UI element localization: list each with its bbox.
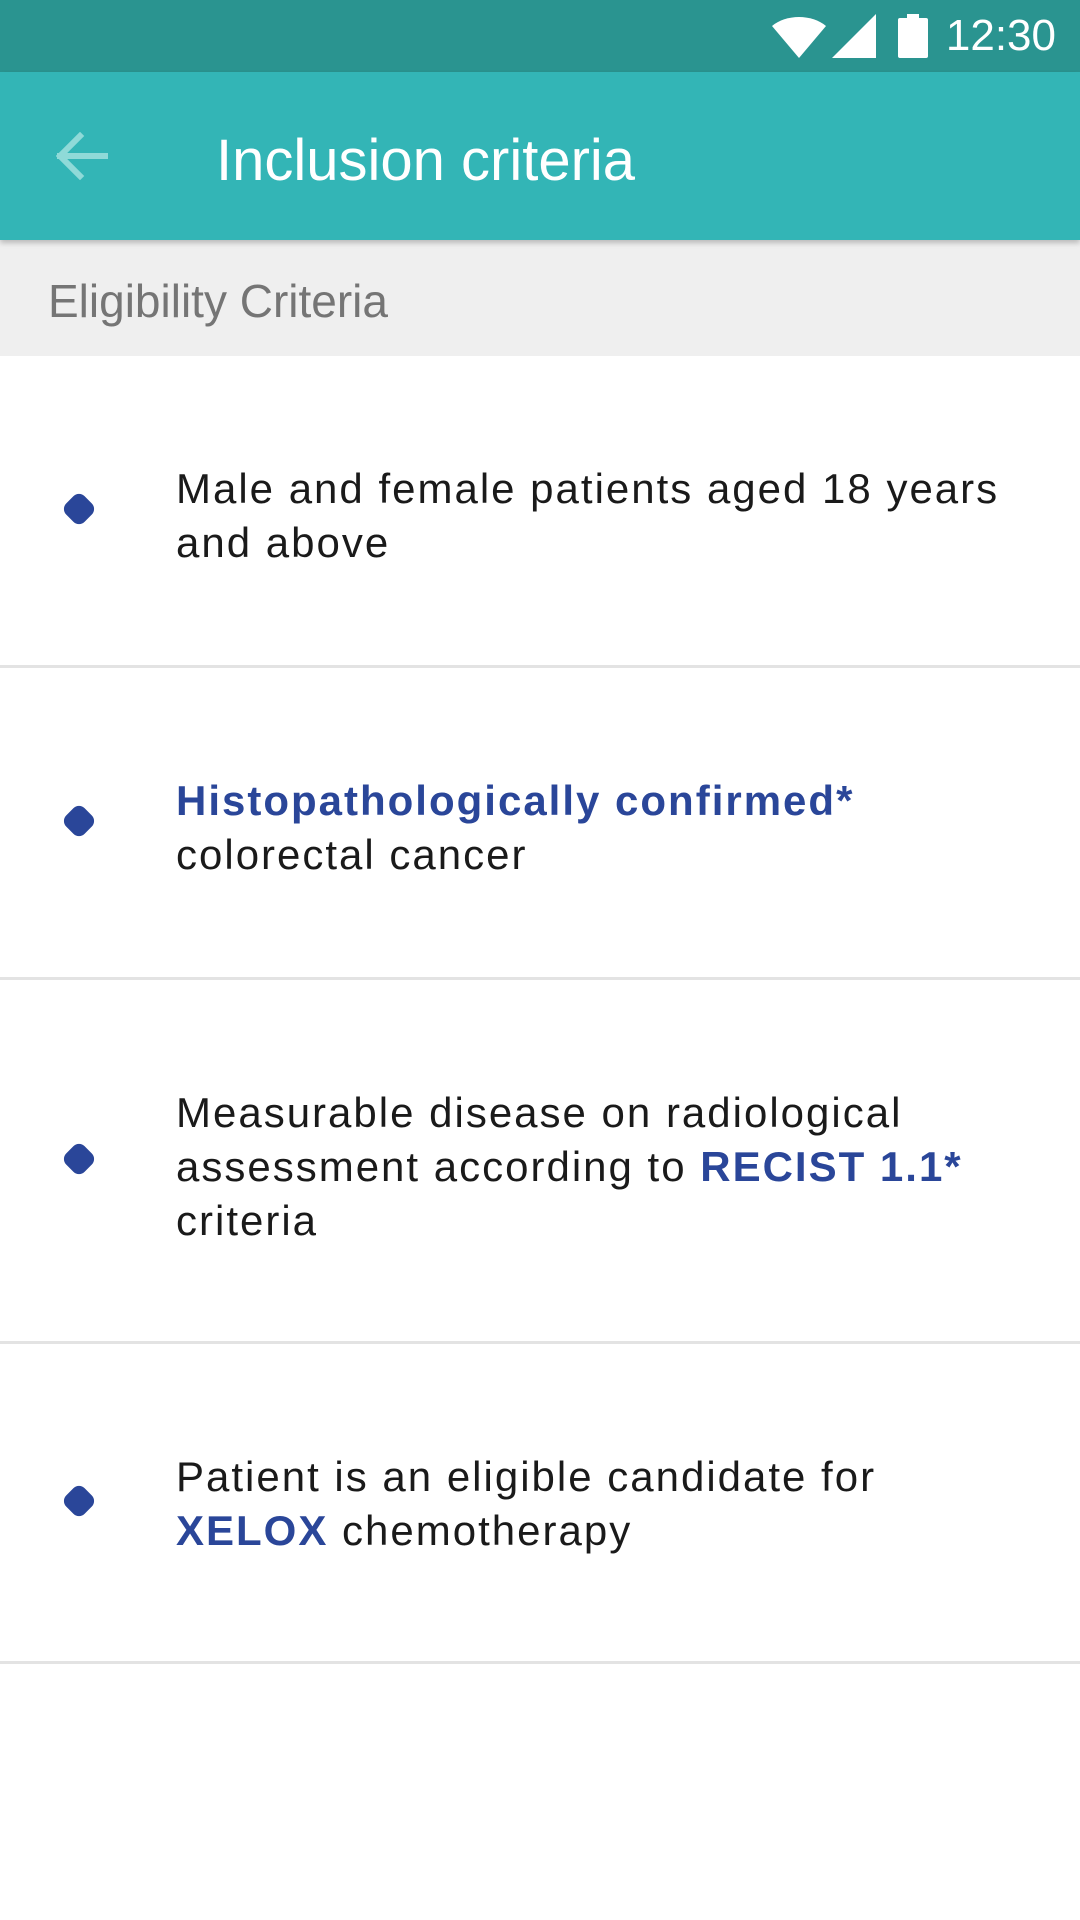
criteria-text-part: Male and female patients aged 18 years a… (176, 465, 1000, 566)
bullet-icon (60, 1482, 98, 1520)
highlighted-term: RECIST 1.1* (700, 1143, 963, 1190)
bullet-icon (60, 802, 98, 840)
status-time: 12:30 (945, 11, 1056, 60)
page-title: Inclusion criteria (216, 128, 636, 193)
criteria-text-part: chemotherapy (328, 1507, 633, 1554)
screen: 12:30 Inclusion criteria Eligibility Cri… (0, 0, 1080, 1920)
arrow-left-icon (56, 132, 108, 180)
wifi-icon (772, 17, 826, 58)
criteria-text: Male and female patients aged 18 years a… (176, 462, 1000, 570)
criteria-text: Measurable disease on radiological asses… (176, 1086, 1000, 1248)
section-title: Eligibility Criteria (48, 275, 388, 327)
signal-icon (832, 14, 876, 58)
battery-icon (898, 14, 928, 58)
highlighted-term: XELOX (176, 1507, 329, 1554)
criteria-item: Measurable disease on radiological asses… (0, 980, 1080, 1344)
section-header: Eligibility Criteria (0, 240, 1080, 356)
bullet-icon (60, 1140, 98, 1178)
back-button[interactable] (30, 116, 134, 196)
status-bar: 12:30 (0, 0, 1080, 72)
criteria-text: Histopathologically confirmed* colorecta… (176, 774, 1000, 882)
criteria-text-part: colorectal cancer (176, 831, 528, 878)
criteria-text-part: Patient is an eligible candidate for (176, 1453, 877, 1500)
criteria-item: Patient is an eligible candidate for XEL… (0, 1344, 1080, 1664)
app-bar: Inclusion criteria (0, 72, 1080, 240)
criteria-list: Male and female patients aged 18 years a… (0, 356, 1080, 1664)
criteria-item: Histopathologically confirmed* colorecta… (0, 668, 1080, 980)
criteria-text-part: criteria (176, 1197, 319, 1244)
bullet-icon (60, 490, 98, 528)
highlighted-term: Histopathologically confirmed* (176, 777, 855, 824)
criteria-text: Patient is an eligible candidate for XEL… (176, 1450, 1000, 1558)
criteria-item: Male and female patients aged 18 years a… (0, 356, 1080, 668)
